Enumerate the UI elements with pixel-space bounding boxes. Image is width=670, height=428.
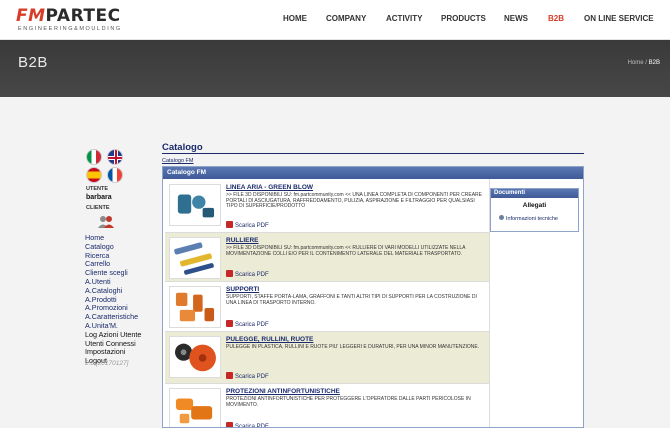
documents-header: Documenti: [491, 189, 578, 198]
product-description: >> FILE 3D DISPONIBILI SU: fm.partcommun…: [226, 192, 482, 210]
technical-info-label: Informazioni tecniche: [506, 216, 558, 222]
menu-item-catalogo[interactable]: Catalogo: [85, 242, 114, 251]
download-pdf-link[interactable]: Scarica PDF: [226, 372, 269, 380]
product-category-link[interactable]: SUPPORTI: [226, 286, 259, 293]
nav-b2b[interactable]: B2B: [548, 14, 564, 28]
catalog-panel: Catalogo FM Documenti Allegati Informazi…: [162, 166, 584, 428]
menu-item-home[interactable]: Home: [85, 233, 104, 242]
nav-company[interactable]: COMPANY: [326, 14, 366, 28]
download-pdf-label: Scarica PDF: [235, 374, 269, 380]
nav-news[interactable]: NEWS: [504, 14, 528, 28]
info-icon: [499, 215, 504, 220]
logo-partec-text: PARTEC: [45, 6, 121, 26]
breadcrumb-current: B2B: [648, 60, 660, 66]
menu-item-a-caratteristiche[interactable]: A.Caratteristiche: [85, 312, 138, 321]
menu-item-a-promozioni[interactable]: A.Promozioni: [85, 303, 128, 312]
nav-activity[interactable]: ACTIVITY: [386, 14, 422, 28]
version-label: 2.0 [20170127]: [85, 360, 129, 367]
pdf-icon: [226, 320, 233, 327]
attachments-label: Allegati: [522, 202, 547, 209]
english-flag-icon[interactable]: [107, 149, 123, 165]
download-pdf-label: Scarica PDF: [235, 322, 269, 328]
top-navigation-bar: FMPARTEC ENGINEERING&MOULDING HOME COMPA…: [0, 0, 670, 40]
catalog-breadcrumb-link[interactable]: Catalogo FM: [162, 158, 194, 164]
nav-products[interactable]: PRODUCTS: [441, 14, 486, 28]
catalog-panel-header: Catalogo FM: [163, 167, 583, 179]
product-description: SUPPORTI, STAFFE PORTA-LAMA, GRAFFONI E …: [226, 294, 477, 306]
product-thumbnail[interactable]: [169, 286, 221, 328]
download-pdf-label: Scarica PDF: [235, 424, 269, 428]
user-label: UTENTE: [86, 186, 108, 192]
french-flag-icon[interactable]: [107, 167, 123, 183]
download-pdf-link[interactable]: Scarica PDF: [226, 422, 269, 428]
menu-item-a-cataloghi[interactable]: A.Cataloghi: [85, 286, 122, 295]
product-description: PULEGGE IN PLASTICA, RULLINI E RUOTE PIU…: [226, 344, 480, 350]
product-thumbnail[interactable]: [169, 237, 221, 279]
menu-item-ricerca[interactable]: Ricerca: [85, 251, 109, 260]
italian-flag-icon[interactable]: [86, 149, 102, 165]
fmpartec-logo[interactable]: FMPARTEC ENGINEERING&MOULDING: [16, 7, 166, 35]
menu-item-carrello[interactable]: Carrello: [85, 259, 110, 268]
menu-item-a-prodotti[interactable]: A.Prodotti: [85, 295, 117, 304]
catalog-row: RULLIERE >> FILE 3D DISPONIBILI SU: fm.pa…: [165, 233, 489, 282]
logo-tagline: ENGINEERING&MOULDING: [18, 26, 122, 32]
product-category-link[interactable]: LINEA ARIA - GREEN BLOW: [226, 184, 313, 191]
menu-item-utenti-connessi[interactable]: Utenti Connessi: [85, 339, 136, 348]
product-thumbnail[interactable]: [169, 336, 221, 378]
download-pdf-link[interactable]: Scarica PDF: [226, 221, 269, 229]
technical-info-link[interactable]: Informazioni tecniche: [499, 215, 558, 222]
users-icon[interactable]: [97, 214, 115, 230]
menu-item-a-unita-m[interactable]: A.Unita'M.: [85, 321, 118, 330]
catalog-row: PROTEZIONI ANTINFORTUNISTICHE PROTEZIONI …: [165, 384, 489, 428]
pdf-icon: [226, 372, 233, 379]
catalog-row: SUPPORTI SUPPORTI, STAFFE PORTA-LAMA, GRA…: [165, 282, 489, 332]
spanish-flag-icon[interactable]: [86, 167, 102, 183]
nav-home[interactable]: HOME: [283, 14, 307, 28]
page-title-band: [0, 40, 670, 97]
page-title: B2B: [18, 54, 48, 71]
pdf-icon: [226, 221, 233, 228]
logo-fm-text: FM: [16, 6, 46, 26]
download-pdf-link[interactable]: Scarica PDF: [226, 270, 269, 278]
nav-online-service[interactable]: ON LINE SERVICE: [584, 14, 654, 28]
menu-item-log-azioni-utente[interactable]: Log Azioni Utente: [85, 330, 141, 339]
client-label: CLIENTE: [86, 205, 110, 211]
logo-wordmark: FMPARTEC: [16, 7, 121, 25]
menu-item-cliente-scegli[interactable]: Cliente scegli: [85, 268, 128, 277]
username: barbara: [86, 194, 112, 201]
menu-item-a-utenti[interactable]: A.Utenti: [85, 277, 111, 286]
pdf-icon: [226, 422, 233, 427]
pdf-icon: [226, 270, 233, 277]
product-description: PROTEZIONI ANTINFORTUNISTICHE PER PROTEG…: [226, 396, 471, 408]
documents-box: Documenti Allegati Informazioni tecniche: [490, 188, 579, 232]
product-thumbnail[interactable]: [169, 388, 221, 427]
breadcrumb-home[interactable]: Home: [628, 60, 644, 66]
product-thumbnail[interactable]: [169, 184, 221, 226]
catalog-title: Catalogo: [162, 142, 203, 153]
download-pdf-link[interactable]: Scarica PDF: [226, 320, 269, 328]
product-category-link[interactable]: RULLIERE: [226, 237, 259, 244]
product-description: >> FILE 3D DISPONIBILI SU: fm.partcommun…: [226, 245, 466, 257]
catalog-row: LINEA ARIA - GREEN BLOW >> FILE 3D DISPON…: [165, 180, 489, 233]
menu-item-impostazioni[interactable]: Impostazioni: [85, 347, 125, 356]
title-divider: [162, 153, 584, 154]
download-pdf-label: Scarica PDF: [235, 272, 269, 278]
breadcrumb: Home / B2B: [628, 60, 660, 66]
product-category-link[interactable]: PROTEZIONI ANTINFORTUNISTICHE: [226, 388, 340, 395]
product-category-link[interactable]: PULEGGE, RULLINI, RUOTE: [226, 336, 313, 343]
download-pdf-label: Scarica PDF: [235, 223, 269, 229]
catalog-row: PULEGGE, RULLINI, RUOTE PULEGGE IN PLASTI…: [165, 332, 489, 384]
